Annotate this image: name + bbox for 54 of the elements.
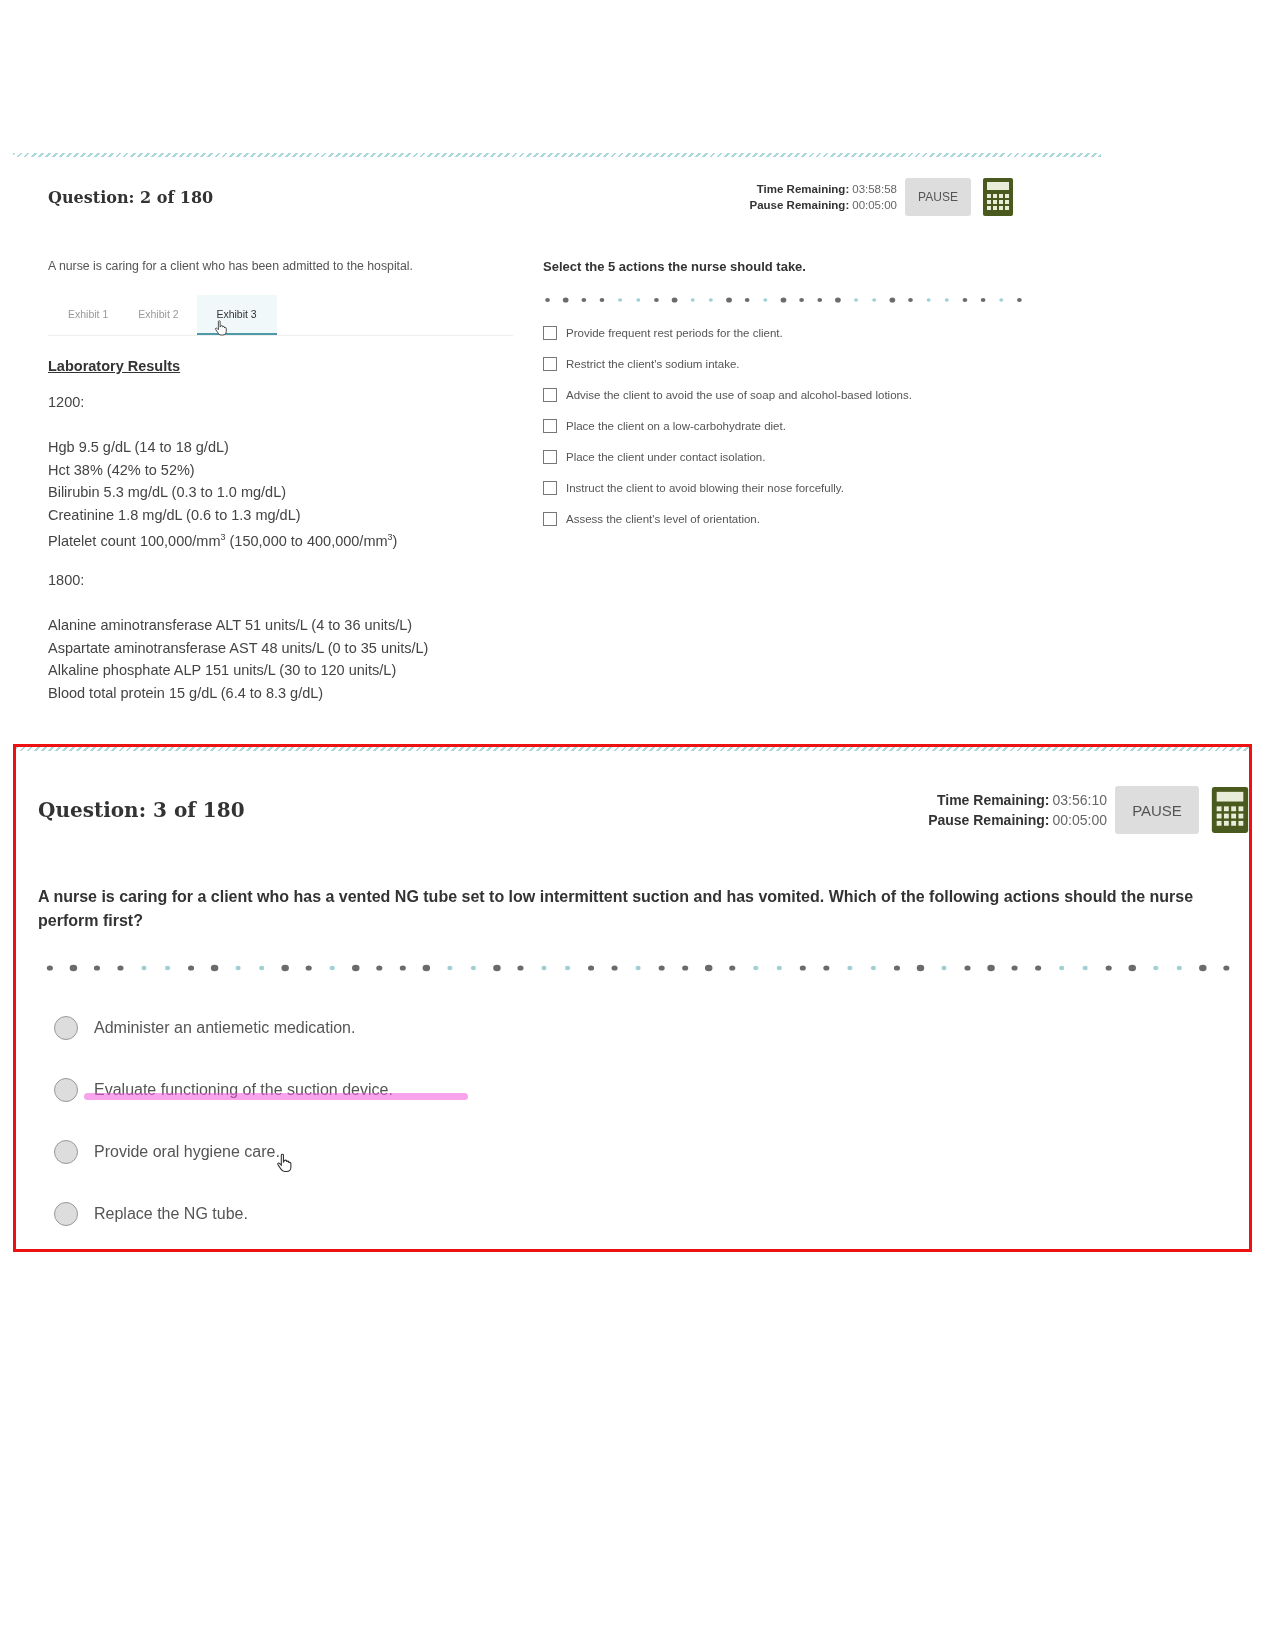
option-text: Restrict the client's sodium intake. [566,358,740,370]
option-text: Administer an antiemetic medication. [94,1019,356,1038]
instruction-text: Select the 5 actions the nurse should take. [543,259,807,274]
time-remaining-value: 03:56:10 [1052,791,1107,808]
time-remaining-label: Time Remaining: [756,183,850,195]
radio-button[interactable] [54,1016,78,1041]
lab-result: Hgb 9.5 g/dL (14 to 18 g/dL) [48,438,230,457]
lab-result: Alkaline phosphate ALP 151 units/L (30 to 120 units/L) [48,661,398,681]
pause-button[interactable]: PAUSE [1115,786,1199,835]
question-title: Question: 3 of 180 [38,798,245,823]
pause-remaining-value: 00:05:00 [852,199,897,211]
checkbox[interactable] [543,481,557,495]
checkbox[interactable] [543,357,557,371]
question-stem: A nurse is caring for a client who has been admitted to the hospital. [48,259,415,273]
calculator-icon[interactable] [1211,787,1249,834]
radio-button[interactable] [54,1140,78,1165]
lab-results-heading: Laboratory Results [48,358,182,374]
option-text: Replace the NG tube. [94,1205,248,1224]
pause-remaining-value: 00:05:00 [1052,812,1107,829]
radio-button[interactable] [54,1202,78,1227]
pause-remaining-label: Pause Remaining: [928,812,1050,829]
option-text: Provide oral hygiene care. [94,1143,280,1162]
pause-remaining-label: Pause Remaining: [749,199,850,211]
lab-result: Aspartate aminotransferase AST 48 units/L (0 to 35 units/L) [48,638,430,658]
lab-time: 1200: [48,394,86,410]
radio-button[interactable] [54,1078,78,1103]
checkbox[interactable] [543,512,557,526]
lab-result: Alanine aminotransferase ALT 51 units/L (4 to 36 units/L) [48,616,414,636]
option-text: Instruct the client to avoid blowing their nose forcefully. [566,482,844,494]
option-text: Assess the client's level of orientation. [566,513,760,525]
exhibit-tab[interactable]: Exhibit 1 [56,295,121,335]
option-text: Provide frequent rest periods for the client. [566,327,783,339]
lab-result: Bilirubin 5.3 mg/dL (0.3 to 1.0 mg/dL) [48,483,288,502]
lab-time: 1800: [48,572,86,589]
time-remaining-label: Time Remaining: [936,791,1050,808]
exhibit-tab[interactable]: Exhibit 2 [126,295,191,335]
option-text: Place the client on a low-carbohydrate diet. [566,420,786,432]
exhibit-tab[interactable]: Exhibit 3 [196,295,277,335]
checkbox[interactable] [543,326,557,340]
checkbox[interactable] [543,388,557,402]
option-text: Evaluate functioning of the suction device. [94,1081,393,1100]
time-remaining-value: 03:58:58 [852,183,897,195]
pause-button[interactable]: PAUSE [905,178,971,216]
checkbox[interactable] [543,450,557,464]
question-title: Question: 2 of 180 [48,187,214,207]
question-stem: A nurse is caring for a client who has a vented NG tube set to low intermittent suction and has vomited. Which of the following actions should the nurse perform first? [38,887,1195,932]
option-text: Place the client under contact isolation. [566,451,766,463]
calculator-icon[interactable] [983,178,1013,216]
lab-result: Creatinine 1.8 mg/dL (0.6 to 1.3 mg/dL) [48,505,302,525]
lab-result: Platelet count 100,000/mm$^{3}$ (150,000 to 400,000/mm$^{3}$) [48,531,399,551]
lab-result: Blood total protein 15 g/dL (6.4 to 8.3 g/dL) [48,683,325,703]
lab-result: Hct 38% (42% to 52%) [48,460,196,480]
option-text: Advise the client to avoid the use of soap and alcohol-based lotions. [566,389,912,401]
checkbox[interactable] [543,419,557,433]
